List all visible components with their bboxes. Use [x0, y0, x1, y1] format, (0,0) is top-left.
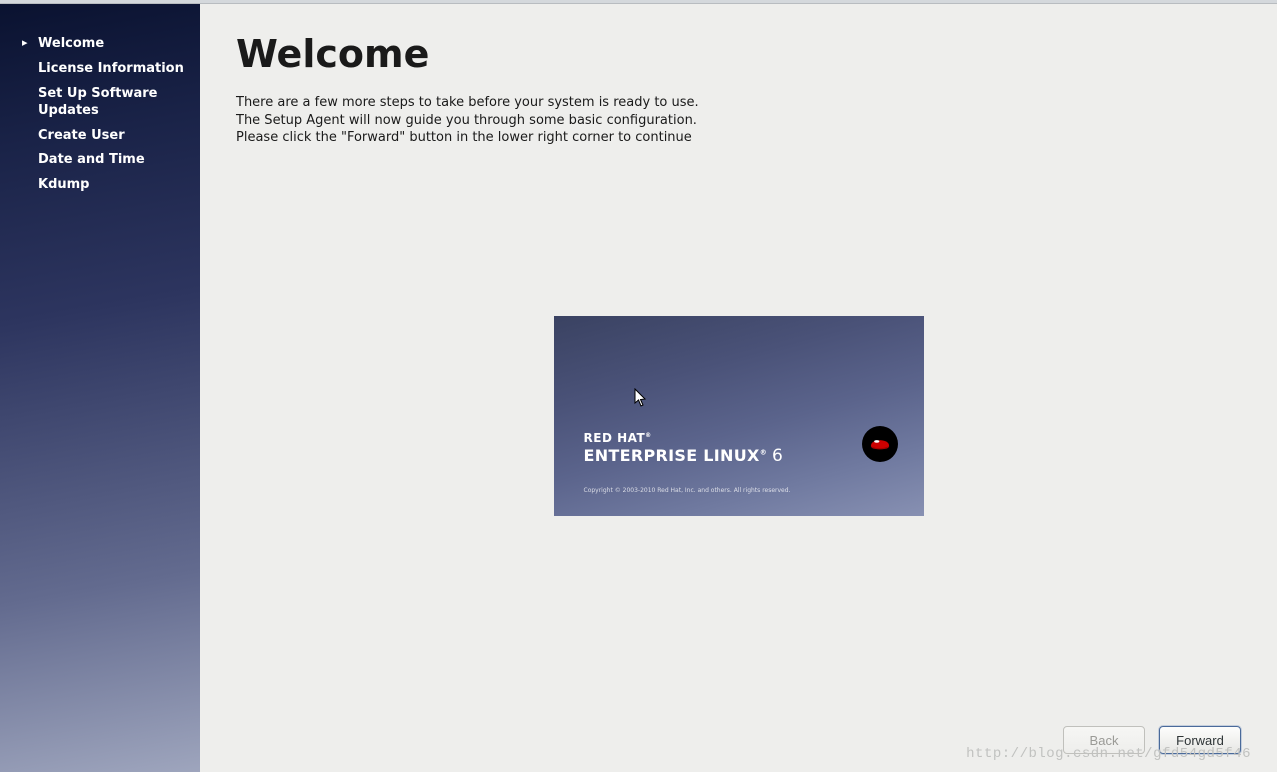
sidebar-item-create-user[interactable]: Create User	[22, 124, 188, 149]
sidebar-item-kdump[interactable]: Kdump	[22, 173, 188, 198]
redhat-logo-icon	[862, 426, 898, 462]
content-wrap: Welcome License Information Set Up Softw…	[0, 4, 1277, 772]
brand-version: 6	[772, 446, 783, 466]
registered-mark: ®	[645, 432, 652, 439]
sidebar-item-label: License Information	[38, 61, 184, 76]
back-button[interactable]: Back	[1063, 726, 1145, 754]
sidebar-item-label: Welcome	[38, 36, 104, 51]
sidebar-item-set-up-software-updates[interactable]: Set Up Software Updates	[22, 82, 188, 124]
splash-copyright: Copyright © 2003-2010 Red Hat, Inc. and …	[584, 487, 791, 494]
sidebar-item-date-and-time[interactable]: Date and Time	[22, 148, 188, 173]
intro-line: There are a few more steps to take befor…	[236, 94, 1241, 112]
brand-line-1: RED HAT®	[584, 431, 784, 445]
sidebar-item-license-information[interactable]: License Information	[22, 57, 188, 82]
wizard-footer: Back Forward	[236, 716, 1241, 754]
brand-text: RED HAT	[584, 431, 646, 445]
brand-text: ENTERPRISE LINUX	[584, 446, 760, 465]
brand-block: RED HAT® ENTERPRISE LINUX® 6	[584, 431, 784, 466]
sidebar-item-label: Set Up Software Updates	[38, 86, 157, 118]
splash-holder: RED HAT® ENTERPRISE LINUX® 6 Copyright ©…	[236, 117, 1241, 716]
sidebar-item-label: Kdump	[38, 177, 90, 192]
brand-line-2: ENTERPRISE LINUX® 6	[584, 446, 784, 466]
sidebar-item-label: Create User	[38, 128, 125, 143]
sidebar-item-welcome[interactable]: Welcome	[22, 32, 188, 57]
main-panel: Welcome There are a few more steps to ta…	[200, 4, 1277, 772]
sidebar-list: Welcome License Information Set Up Softw…	[0, 32, 200, 198]
distro-splash: RED HAT® ENTERPRISE LINUX® 6 Copyright ©…	[554, 316, 924, 516]
sidebar-item-label: Date and Time	[38, 152, 145, 167]
forward-button[interactable]: Forward	[1159, 726, 1241, 754]
wizard-sidebar: Welcome License Information Set Up Softw…	[0, 4, 200, 772]
page-title: Welcome	[236, 32, 1241, 76]
registered-mark: ®	[760, 449, 767, 457]
